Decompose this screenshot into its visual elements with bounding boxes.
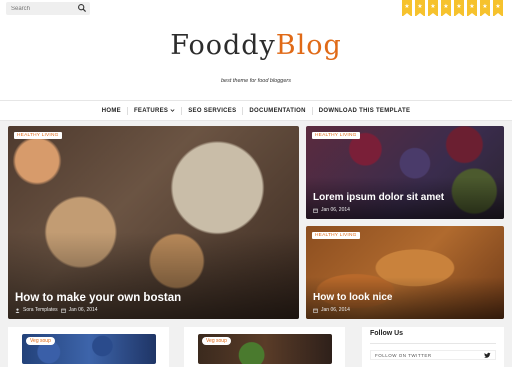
twitter-label: FOLLOW ON TWITTER: [375, 353, 432, 358]
star-icon: ★: [404, 4, 410, 10]
category-tag[interactable]: Veg soup: [26, 337, 55, 345]
post-meta: Jan 06, 2014: [313, 207, 350, 213]
nav-item-documentation[interactable]: DOCUMENTATION: [242, 106, 311, 115]
post-date: Jan 06, 2014: [321, 307, 350, 313]
post-card-1[interactable]: Veg soup: [8, 327, 169, 367]
nav-item-download[interactable]: DOWNLOAD THIS TEMPLATE: [311, 106, 416, 115]
site-header: FooddyBlog best theme for food bloggers: [0, 22, 512, 100]
site-logo[interactable]: FooddyBlog: [0, 30, 512, 61]
divider: [370, 343, 496, 344]
post-meta: Jan 06, 2014: [313, 307, 350, 313]
post-card-2[interactable]: Veg soup: [184, 327, 345, 367]
site-tagline: best theme for food bloggers: [220, 78, 291, 84]
user-icon: [15, 308, 20, 313]
social-flag-4[interactable]: ★: [441, 0, 451, 17]
post-date: Jan 06, 2014: [68, 307, 98, 313]
calendar-icon: [60, 308, 66, 313]
post-title[interactable]: How to look nice: [313, 292, 392, 303]
widget-title: Follow Us: [370, 330, 404, 337]
nav-item-seo-services[interactable]: SEO SERVICES: [181, 106, 242, 115]
star-icon: ★: [495, 4, 501, 10]
nav-label: DOCUMENTATION: [249, 107, 306, 114]
nav-label: HOME: [101, 107, 121, 114]
search-icon[interactable]: [77, 3, 87, 13]
social-flags: ★ ★ ★ ★ ★ ★ ★ ★: [402, 0, 503, 17]
star-icon: ★: [443, 4, 449, 10]
nav-label: SEO SERVICES: [188, 107, 237, 114]
post-title[interactable]: How to make your own bostan: [15, 292, 181, 304]
logo-part-1: Fooddy: [170, 30, 276, 61]
category-tag[interactable]: Veg soup: [202, 337, 231, 345]
social-flag-5[interactable]: ★: [454, 0, 464, 17]
calendar-icon: [313, 208, 318, 213]
social-flag-3[interactable]: ★: [428, 0, 438, 17]
category-tag[interactable]: HEALTHY LIVING: [312, 232, 360, 239]
twitter-icon: [484, 352, 491, 358]
social-flag-8[interactable]: ★: [493, 0, 503, 17]
nav-item-home[interactable]: HOME: [96, 107, 127, 115]
category-tag[interactable]: HEALTHY LIVING: [312, 132, 360, 139]
search-input[interactable]: [6, 2, 76, 15]
star-icon: ★: [456, 4, 462, 10]
featured-post-main[interactable]: HEALTHY LIVING How to make your own bost…: [8, 126, 299, 319]
main-nav: HOME FEATURES SEO SERVICES DOCUMENTATION…: [0, 100, 512, 121]
star-icon: ★: [482, 4, 488, 10]
category-tag[interactable]: HEALTHY LIVING: [14, 132, 62, 139]
featured-post-bottom-right[interactable]: HEALTHY LIVING How to look nice Jan 06, …: [306, 226, 504, 319]
search-box[interactable]: [6, 2, 90, 15]
star-icon: ★: [430, 4, 436, 10]
image-overlay: [8, 232, 299, 319]
social-flag-7[interactable]: ★: [480, 0, 490, 17]
logo-part-2: Blog: [275, 30, 342, 61]
nav-label: FEATURES: [133, 107, 169, 114]
follow-us-widget: Follow Us FOLLOW ON TWITTER: [362, 327, 504, 367]
post-date: Jan 06, 2014: [321, 207, 350, 213]
featured-post-top-right[interactable]: HEALTHY LIVING Lorem ipsum dolor sit ame…: [306, 126, 504, 219]
post-meta: Sora Templates Jan 06, 2014: [15, 307, 98, 313]
star-icon: ★: [417, 4, 423, 10]
social-flag-1[interactable]: ★: [402, 0, 412, 17]
social-flag-2[interactable]: ★: [415, 0, 425, 17]
post-title[interactable]: Lorem ipsum dolor sit amet: [313, 192, 444, 203]
post-author[interactable]: Sora Templates: [23, 307, 58, 313]
chevron-down-icon: [170, 109, 175, 112]
top-bar: ★ ★ ★ ★ ★ ★ ★ ★: [0, 0, 512, 22]
nav-label: DOWNLOAD THIS TEMPLATE: [318, 107, 411, 114]
nav-item-features[interactable]: FEATURES: [126, 106, 181, 115]
social-flag-6[interactable]: ★: [467, 0, 477, 17]
star-icon: ★: [469, 4, 475, 10]
calendar-icon: [313, 308, 318, 313]
